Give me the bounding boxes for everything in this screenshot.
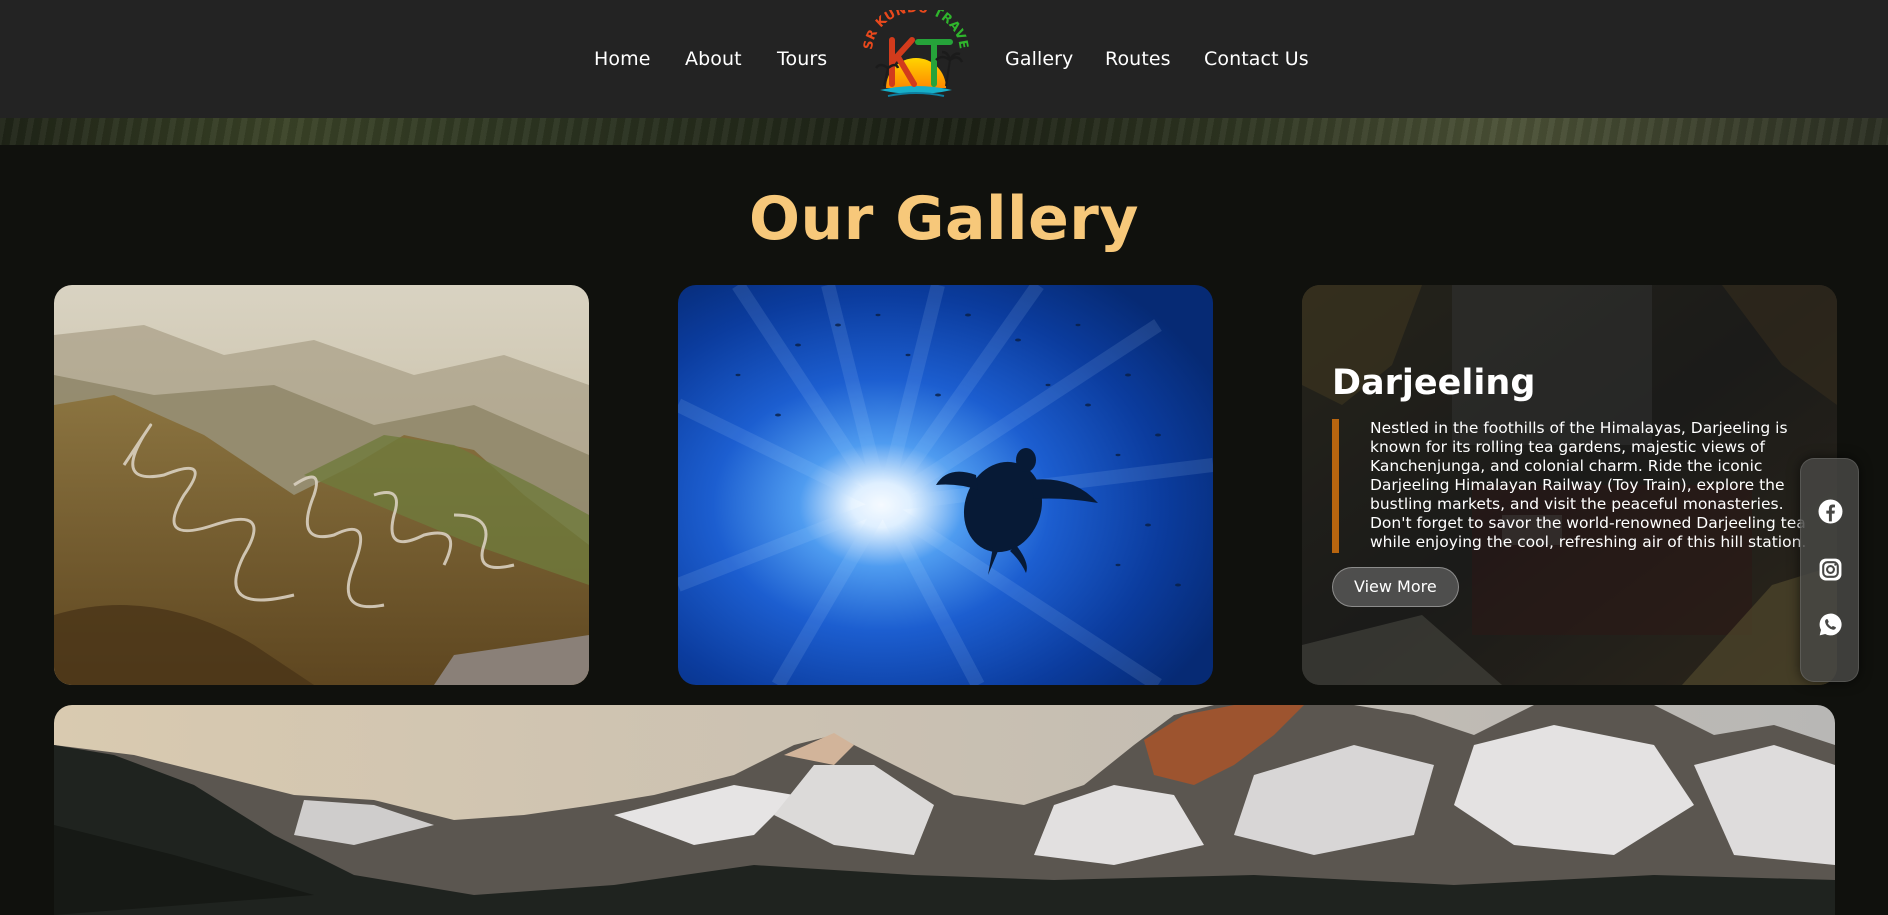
site-logo[interactable]: SR KUNDU TRAVEL	[854, 0, 974, 102]
sea-turtle-image	[678, 285, 1213, 685]
nav-about[interactable]: About	[685, 48, 742, 70]
gallery-card-winding-road[interactable]	[54, 285, 589, 685]
card-title: Darjeeling	[1332, 363, 1536, 403]
gallery-card-sea-turtle[interactable]	[678, 285, 1213, 685]
nav-home[interactable]: Home	[594, 48, 651, 70]
nav-routes[interactable]: Routes	[1105, 48, 1171, 70]
social-panel	[1800, 458, 1859, 682]
nav-tours[interactable]: Tours	[777, 48, 827, 70]
nav-gallery[interactable]: Gallery	[1005, 48, 1073, 70]
description-accent-bar	[1332, 419, 1339, 553]
logo-icon: SR KUNDU TRAVEL	[854, 0, 972, 97]
nav-contact-us[interactable]: Contact Us	[1204, 48, 1309, 70]
gallery-title: Our Gallery	[749, 184, 1139, 254]
hero-image-strip	[0, 118, 1888, 145]
card-description: Nestled in the foothills of the Himalaya…	[1370, 419, 1807, 551]
winding-road-image	[54, 285, 589, 685]
whatsapp-icon[interactable]	[1818, 612, 1843, 637]
navbar: Home About Tours SR KUNDU TRAVEL	[0, 0, 1888, 118]
gallery-card-darjeeling[interactable]: Darjeeling Nestled in the foothills of t…	[1302, 285, 1837, 685]
gallery-card-mountains[interactable]	[54, 705, 1835, 915]
view-more-button[interactable]: View More	[1332, 567, 1459, 607]
instagram-icon[interactable]	[1818, 557, 1843, 582]
facebook-icon[interactable]	[1818, 499, 1843, 524]
snowy-mountains-image	[54, 705, 1835, 915]
svg-text:SR KUNDU TRAVEL: SR KUNDU TRAVEL	[858, 10, 972, 51]
